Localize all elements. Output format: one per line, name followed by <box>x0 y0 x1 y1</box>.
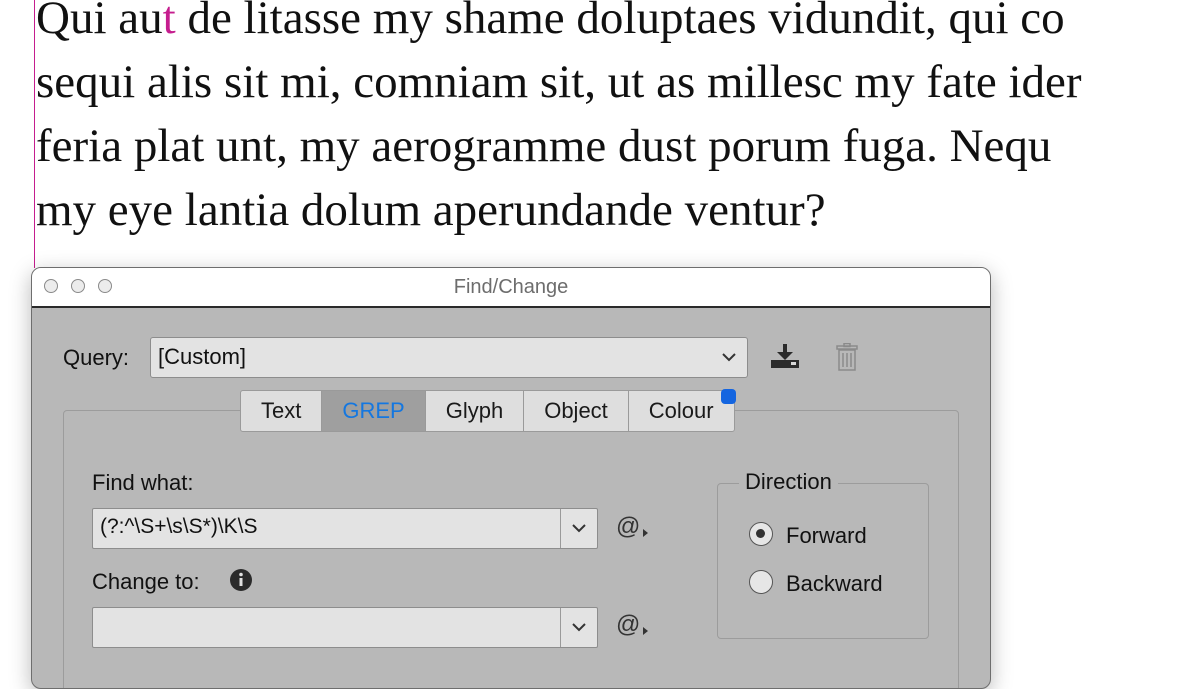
chevron-down-icon <box>560 509 597 548</box>
tab-colour-label: Colour <box>648 398 714 423</box>
trash-icon[interactable] <box>835 342 859 376</box>
tab-grep[interactable]: GREP <box>322 391 426 431</box>
tab-object[interactable]: Object <box>524 391 629 431</box>
direction-label: Direction <box>739 469 838 495</box>
chevron-down-icon <box>711 338 747 377</box>
info-icon[interactable] <box>229 568 253 597</box>
title-bar[interactable]: Find/Change <box>32 268 990 308</box>
search-type-tabs: Text GREP Glyph Object Colour <box>240 389 736 432</box>
submenu-arrow-icon <box>643 529 648 537</box>
text-run: Qui au <box>36 0 163 44</box>
find-what-field[interactable]: (?:^\S+\s\S*)\K\S <box>92 508 598 549</box>
at-sign-icon: @ <box>616 611 641 638</box>
chevron-down-icon <box>560 608 597 647</box>
forward-label[interactable]: Forward <box>786 523 867 549</box>
query-value: [Custom] <box>158 344 247 369</box>
radio-selected-dot <box>756 529 765 538</box>
document-line: feria plat unt, my aerogramme dust porum… <box>36 120 1052 172</box>
submenu-arrow-icon <box>643 627 648 635</box>
backward-radio[interactable] <box>749 570 773 594</box>
at-sign-icon: @ <box>616 513 641 540</box>
backward-label[interactable]: Backward <box>786 571 883 597</box>
document-text[interactable]: Qui aut de litasse my shame doluptaes vi… <box>36 0 1178 242</box>
change-to-field[interactable] <box>92 607 598 648</box>
query-label: Query: <box>63 345 130 370</box>
tab-colour[interactable]: Colour <box>629 389 736 431</box>
direction-group <box>717 483 929 639</box>
document-line: sequi alis sit mi, comniam sit, ut as mi… <box>36 56 1082 108</box>
query-dropdown[interactable]: [Custom] <box>150 337 748 378</box>
forward-radio[interactable] <box>749 522 773 546</box>
find-what-label: Find what: <box>92 470 194 495</box>
notification-badge <box>720 389 736 404</box>
text-run: de litasse my shame doluptaes vidundit, … <box>175 0 1065 44</box>
highlighted-match: t <box>162 0 176 44</box>
find-what-value: (?:^\S+\s\S*)\K\S <box>100 515 258 538</box>
find-change-dialog: Find/Change Query: [Custom] Text GREP Gl <box>31 267 991 689</box>
dialog-title: Find/Change <box>453 276 569 298</box>
document-line: my eye lantia dolum aperundande ventur? <box>36 184 826 236</box>
tab-text[interactable]: Text <box>241 391 323 431</box>
text-frame-edge <box>34 0 35 268</box>
change-special-characters-button[interactable]: @ <box>616 611 648 639</box>
save-query-icon[interactable] <box>769 343 801 376</box>
tab-glyph[interactable]: Glyph <box>426 391 525 431</box>
change-to-label: Change to: <box>92 569 200 594</box>
find-special-characters-button[interactable]: @ <box>616 513 648 541</box>
document-line: Qui aut de litasse my shame doluptaes vi… <box>36 0 1178 50</box>
